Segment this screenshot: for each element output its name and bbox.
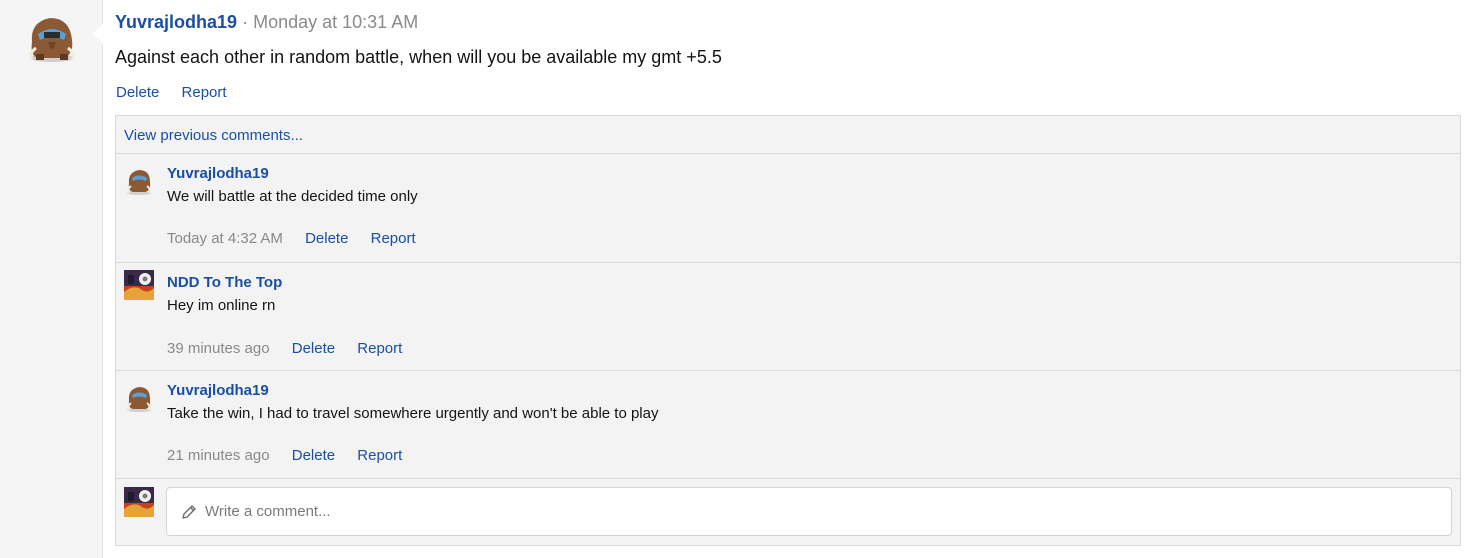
write-comment-box[interactable] <box>166 487 1452 536</box>
post-body: Against each other in random battle, whe… <box>115 47 722 67</box>
post-gutter <box>0 0 103 558</box>
comment-timestamp[interactable]: 39 minutes ago <box>167 340 270 357</box>
comment-meta: 21 minutes ago Delete Report <box>167 446 420 466</box>
comment-delete-link[interactable]: Delete <box>292 340 335 357</box>
comment-report-link[interactable]: Report <box>357 447 402 464</box>
comment-author-avatar[interactable] <box>124 383 154 413</box>
comment-author-link[interactable]: Yuvrajlodha19 <box>167 381 269 401</box>
view-previous-comments-link[interactable]: View previous comments... <box>124 126 303 146</box>
poster-avatar[interactable] <box>22 12 80 64</box>
post-pointer <box>92 24 103 44</box>
comment-meta: Today at 4:32 AM Delete Report <box>167 229 434 249</box>
comment-item: NDD To The Top Hey im online rn 39 minut… <box>116 262 1460 370</box>
comment-text: Take the win, I had to travel somewhere … <box>167 405 659 422</box>
comment-report-link[interactable]: Report <box>357 340 402 357</box>
comment-meta: 39 minutes ago Delete Report <box>167 339 420 359</box>
post-delete-link[interactable]: Delete <box>116 84 159 101</box>
comment-timestamp[interactable]: 21 minutes ago <box>167 447 270 464</box>
comment-delete-link[interactable]: Delete <box>305 230 348 247</box>
current-user-avatar[interactable] <box>124 487 154 517</box>
post-actions: Delete Report <box>116 83 245 103</box>
comment-item: Yuvrajlodha19 We will battle at the deci… <box>116 153 1460 262</box>
post-separator: · <box>242 12 249 32</box>
post-timestamp[interactable]: Monday at 10:31 AM <box>253 12 418 32</box>
comment-author-avatar[interactable] <box>124 270 154 300</box>
comment-report-link[interactable]: Report <box>371 230 416 247</box>
comment-author-avatar[interactable] <box>124 166 154 196</box>
post-author-link[interactable]: Yuvrajlodha19 <box>115 12 237 32</box>
post: Yuvrajlodha19 · Monday at 10:31 AM Again… <box>103 0 1467 558</box>
pencil-icon <box>182 505 196 519</box>
comments-panel: View previous comments... Yuvrajlodha19 … <box>115 115 1461 546</box>
comment-text: We will battle at the decided time only <box>167 188 418 205</box>
comment-item: Yuvrajlodha19 Take the win, I had to tra… <box>116 370 1460 478</box>
post-report-link[interactable]: Report <box>182 84 227 101</box>
comment-input[interactable] <box>205 488 1435 535</box>
comment-author-link[interactable]: NDD To The Top <box>167 273 282 293</box>
comment-author-link[interactable]: Yuvrajlodha19 <box>167 164 269 184</box>
comment-timestamp[interactable]: Today at 4:32 AM <box>167 230 283 247</box>
comment-delete-link[interactable]: Delete <box>292 447 335 464</box>
comment-text: Hey im online rn <box>167 297 276 314</box>
write-comment-row <box>116 478 1460 545</box>
post-header: Yuvrajlodha19 · Monday at 10:31 AM <box>115 10 418 34</box>
